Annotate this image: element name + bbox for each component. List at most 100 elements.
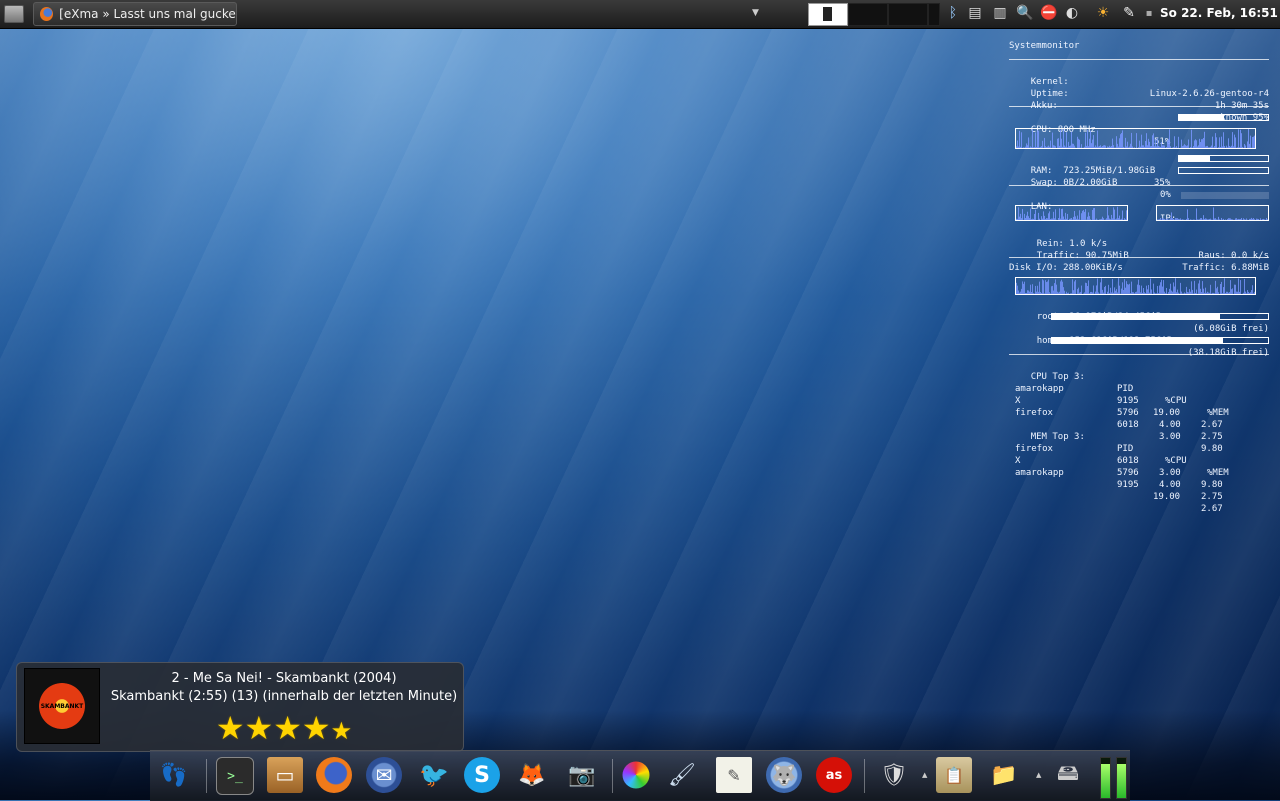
amarok-tray-icon[interactable]: ◐ (1063, 4, 1081, 22)
notification-icon[interactable]: ▪ (1140, 4, 1158, 22)
workspace-1[interactable] (808, 3, 848, 26)
folder-icon[interactable]: 📁 (986, 757, 1022, 793)
graph-sample (1153, 284, 1154, 294)
graph-sample (1055, 209, 1056, 220)
skype-icon[interactable]: S (464, 757, 500, 793)
graph-sample (1162, 287, 1163, 294)
graph-sample (1117, 144, 1118, 148)
graph-sample (1227, 292, 1228, 294)
raus-value: Raus: 0.0 k/s (1199, 250, 1269, 262)
graph-sample (1043, 211, 1044, 220)
home-bar-fill (1052, 338, 1223, 343)
graph-sample (1081, 144, 1082, 148)
workspace-3[interactable] (888, 3, 928, 26)
graph-sample (1052, 133, 1053, 148)
graph-sample (1239, 292, 1240, 294)
amarok-icon[interactable]: 🐺 (766, 757, 802, 793)
graph-sample (1232, 219, 1233, 220)
graph-sample (1115, 219, 1116, 220)
mouse-icon[interactable]: ✎ (1120, 4, 1138, 22)
divider (1009, 185, 1269, 186)
graph-sample (1212, 293, 1213, 294)
stack-arrow-icon[interactable]: ▲ (1036, 771, 1041, 779)
graph-sample (1055, 146, 1056, 148)
window-list-arrow-icon[interactable]: ▼ (752, 8, 759, 18)
graph-sample (1209, 147, 1210, 148)
graph-sample (1070, 293, 1071, 294)
taskbar-window-button[interactable]: [eXma » Lasst uns mal gucke... (33, 2, 237, 26)
graph-sample (1216, 288, 1217, 294)
graph-sample (1124, 147, 1125, 148)
cpu-top-header: CPU Top 3: PID %CPU %MEM (1009, 359, 1269, 371)
drive-icon[interactable]: 🖴 (1050, 757, 1086, 793)
graph-sample (1088, 212, 1089, 220)
graph-sample (1230, 280, 1231, 294)
terminal-icon[interactable]: >_ (216, 757, 254, 795)
graph-sample (1186, 146, 1187, 148)
graph-sample (1081, 213, 1082, 220)
app-menu-icon[interactable] (4, 5, 24, 23)
camera-icon[interactable]: 📷 (564, 757, 600, 793)
graph-sample (1080, 292, 1081, 294)
thunderbird-icon[interactable]: ✉ (366, 757, 402, 793)
graph-sample (1028, 216, 1029, 220)
graph-sample (1164, 292, 1165, 294)
graph-sample (1101, 219, 1102, 220)
shield-icon[interactable]: 🛡 (876, 757, 912, 793)
graph-sample (1025, 147, 1026, 148)
clipboard-icon[interactable]: 📋 (936, 757, 972, 793)
graph-sample (1035, 286, 1036, 294)
cpu-top-row: firefox 6018 3.00 9.80 (1009, 395, 1269, 407)
graph-sample (1210, 219, 1211, 220)
graph-sample (1159, 146, 1160, 148)
graph-sample (1117, 207, 1118, 220)
color-wheel-icon[interactable] (623, 762, 650, 789)
graph-sample (1190, 292, 1191, 294)
pidgin-icon[interactable]: 🐦 (416, 757, 452, 793)
firefox-icon[interactable] (316, 757, 352, 793)
graph-sample (1052, 219, 1053, 220)
workspace-4[interactable] (928, 3, 940, 26)
graph-sample (1027, 145, 1028, 148)
graph-sample (1134, 147, 1135, 148)
album-cover-text: SKAMBANKT (41, 703, 84, 710)
graph-sample (1188, 139, 1189, 148)
blocked-icon[interactable]: ⛔ (1040, 4, 1058, 22)
graph-sample (1223, 219, 1224, 220)
graph-sample (1024, 214, 1025, 220)
graph-sample (1173, 219, 1174, 220)
graph-sample (1254, 292, 1255, 294)
battery-icon[interactable]: ▥ (991, 4, 1009, 22)
text-editor-icon[interactable]: ✎ (716, 757, 752, 793)
graph-sample (1207, 219, 1208, 220)
brushes-icon[interactable]: 🖌 (664, 757, 700, 793)
graph-sample (1180, 283, 1181, 294)
graph-sample (1064, 291, 1065, 294)
search-icon[interactable]: 🔍 (1016, 4, 1034, 22)
graph-sample (1150, 279, 1151, 294)
graph-sample (1206, 293, 1207, 294)
graph-sample (1059, 292, 1060, 294)
graph-sample (1042, 219, 1043, 220)
now-playing-notification[interactable]: SKAMBANKT 2 - Me Sa Nei! - Skambankt (20… (16, 662, 464, 752)
graph-sample (1239, 219, 1240, 220)
graph-sample (1048, 280, 1049, 294)
graph-sample (1035, 210, 1036, 220)
gimp-icon[interactable]: 🦊 (514, 757, 550, 793)
lastfm-icon[interactable]: as (816, 757, 852, 793)
stack-arrow-icon[interactable]: ▲ (922, 771, 927, 779)
graph-sample (1100, 282, 1101, 294)
graph-sample (1024, 282, 1025, 294)
weather-icon[interactable]: ☀ (1094, 4, 1112, 22)
feet-icon[interactable]: 👣 (156, 757, 192, 793)
graph-sample (1026, 143, 1027, 148)
graph-sample (1160, 147, 1161, 148)
graph-sample (1202, 281, 1203, 294)
workspace-2[interactable] (848, 3, 888, 26)
network-icon[interactable]: ▤ (966, 4, 984, 22)
bluetooth-icon[interactable]: ᛒ (944, 4, 962, 22)
graph-sample (1061, 280, 1062, 294)
file-cabinet-icon[interactable]: ▭ (267, 757, 303, 793)
graph-sample (1090, 131, 1091, 148)
clock[interactable]: So 22. Feb, 16:51 (1160, 6, 1278, 20)
